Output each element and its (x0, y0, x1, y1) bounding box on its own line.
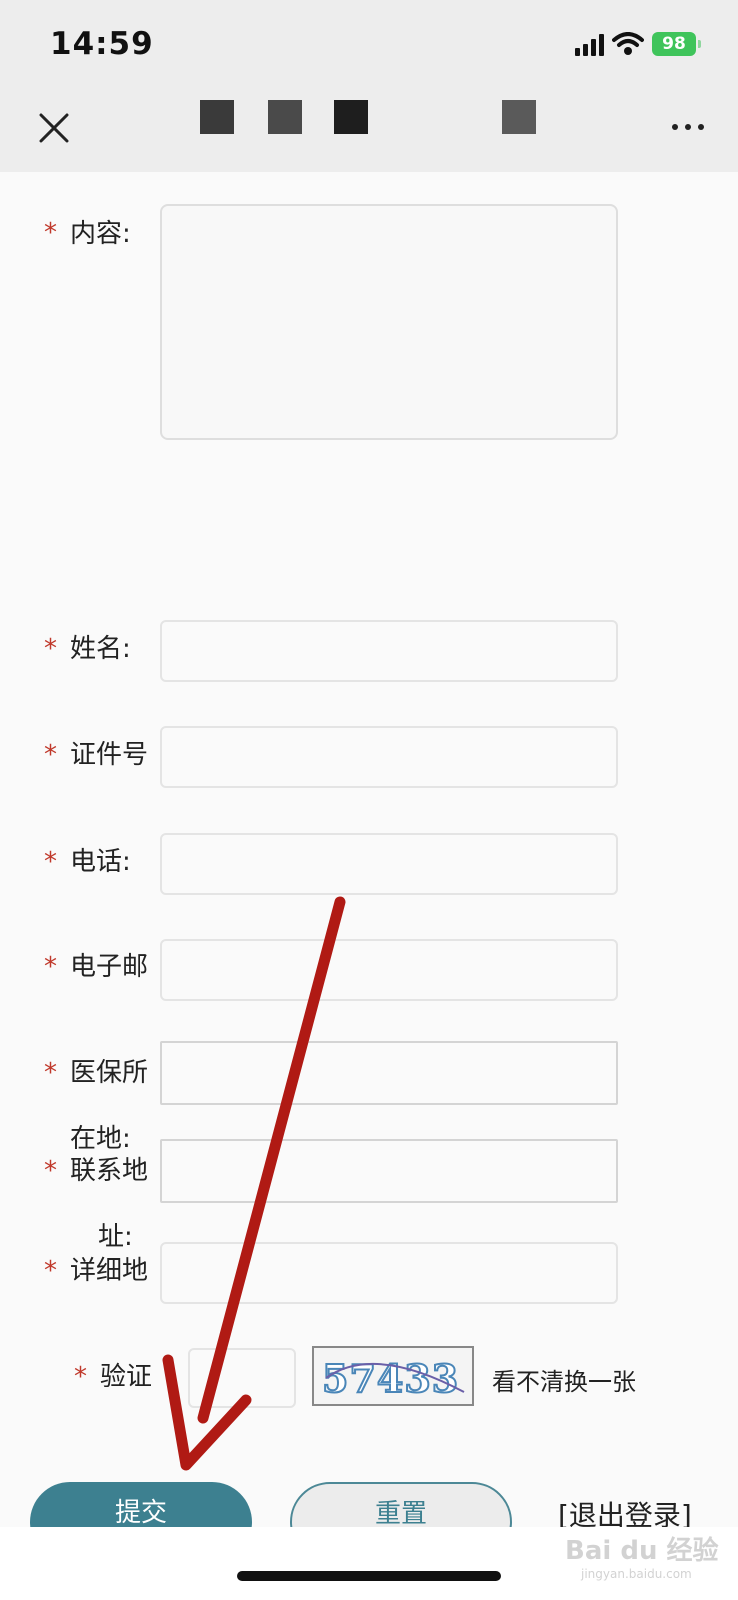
detailed-address-input[interactable] (160, 1242, 618, 1304)
more-icon[interactable] (672, 124, 704, 130)
required-mark: * (44, 952, 57, 982)
email-label: 电子邮 (70, 952, 149, 982)
contact-address-label: 联系地 (70, 1156, 149, 1186)
close-icon[interactable] (36, 110, 72, 146)
status-icons: 98 (575, 30, 701, 58)
required-mark: * (44, 634, 57, 664)
watermark-url: jingyan.baidu.com (581, 1567, 692, 1581)
required-mark: * (44, 740, 57, 770)
content-label: 内容: (70, 219, 131, 249)
watermark-brand: Bai du 经验 (565, 1536, 719, 1566)
required-mark: * (44, 1058, 57, 1088)
required-mark: * (44, 218, 57, 248)
name-label: 姓名: (70, 634, 131, 664)
captcha-graphic: 57433 (321, 1355, 465, 1402)
phone-input[interactable] (160, 833, 618, 895)
insurance-location-label: 医保所 (70, 1058, 149, 1088)
captcha-refresh-link[interactable]: 看不清换一张 (492, 1362, 636, 1397)
status-time: 14:59 (50, 26, 154, 62)
id-number-input[interactable] (160, 726, 618, 788)
watermark-logo: Bai du 经验 jingyan.baidu.com (565, 1530, 719, 1581)
feedback-form: * 内容: * 姓名: * 证件号 * 电话: * 电子邮 * 医保所 在地: … (0, 172, 738, 1527)
captcha-input[interactable] (188, 1348, 296, 1408)
content-textarea[interactable] (160, 204, 618, 440)
insurance-location-label-cont: 在地: (70, 1124, 131, 1154)
page-title-obscured (200, 100, 540, 136)
email-input[interactable] (160, 939, 618, 1001)
battery-icon: 98 (652, 32, 701, 56)
required-mark: * (44, 1256, 57, 1286)
wifi-icon (612, 32, 644, 55)
required-mark: * (44, 847, 57, 877)
contact-address-select[interactable] (160, 1139, 618, 1203)
captcha-image[interactable]: 57433 (312, 1346, 474, 1406)
captcha-label: 验证 (100, 1362, 153, 1392)
detailed-address-label: 详细地 (70, 1256, 149, 1286)
contact-address-label-cont: 址: (98, 1222, 133, 1252)
top-bar: 14:59 98 (0, 0, 738, 172)
insurance-location-select[interactable] (160, 1041, 618, 1105)
battery-level: 98 (662, 34, 686, 54)
phone-label: 电话: (70, 847, 131, 877)
name-input[interactable] (160, 620, 618, 682)
id-number-label: 证件号 (70, 740, 149, 770)
captcha-code: 57433 (322, 1356, 459, 1401)
home-indicator (237, 1571, 501, 1581)
required-mark: * (74, 1362, 87, 1392)
required-mark: * (44, 1156, 57, 1186)
signal-icon (575, 32, 604, 56)
